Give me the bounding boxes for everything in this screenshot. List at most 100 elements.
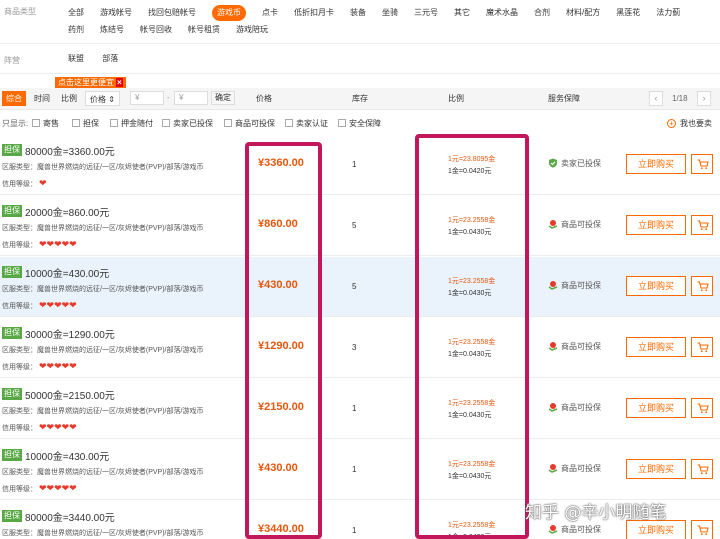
listing-title[interactable]: 20000金=860.00元 [25,204,109,219]
buy-now-button[interactable]: 立即购买 [626,154,686,174]
listing-region: 区服类型：魔兽世界燃烧的远征/一区/灰烬使者(PVP)/部落/游戏币 [2,345,203,355]
category-item[interactable]: 药剂 [68,22,84,38]
category-item[interactable]: 魔术水晶 [486,5,518,21]
category-filter-row: 商品类型 全部 游戏帐号 找回包赔帐号 游戏币 点卡 低折扣月卡 装备 坐骑 三元号 其它 魔术水晶… [0,0,720,44]
pager-prev-button[interactable]: ‹ [649,91,663,106]
plus-circle-icon: + [667,119,676,128]
category-item[interactable]: 游戏帐号 [100,5,132,21]
category-item[interactable]: 找回包赔帐号 [148,5,196,21]
buy-now-button[interactable]: 立即购买 [626,337,686,357]
price-min-input[interactable]: ¥ [130,91,164,105]
listing-title[interactable]: 30000金=1290.00元 [25,326,115,341]
hand-insure-icon [548,220,558,229]
guarantee-badge: 担保 [2,266,22,278]
region-value: 魔兽世界燃烧的远征/一区/灰烬使者(PVP)/部落/游戏币 [37,408,204,415]
filter-seller-insured[interactable]: 卖家已投保 [162,118,213,129]
credit-prefix: 信用等级： [2,486,37,493]
pager-next-button[interactable]: › [697,91,711,106]
listing-title[interactable]: 50000金=2150.00元 [25,387,115,402]
camp-horde[interactable]: 部落 [102,51,118,67]
category-item[interactable]: 低折扣月卡 [294,5,334,21]
add-to-cart-button[interactable] [691,520,713,539]
camp-filter-label: 阵营 [4,56,20,65]
region-value: 魔兽世界燃烧的远征/一区/灰烬使者(PVP)/部落/游戏币 [37,286,204,293]
credit-hearts-icon: ❤❤❤❤❤ [39,361,77,371]
listing-service: 商品可投保 [548,524,601,535]
category-item[interactable]: 点卡 [262,5,278,21]
table-row: 担保 50000金=2150.00元 区服类型：魔兽世界燃烧的远征/一区/灰烬使者(… [0,379,720,439]
category-item[interactable]: 法力蓟 [656,5,680,21]
credit-prefix: 信用等级： [2,242,37,249]
filter-item-insurable[interactable]: 商品可投保 [224,118,275,129]
sort-ratio[interactable]: 比例 [57,91,81,106]
filter-seller-verified-label: 卖家认证 [296,119,328,128]
guarantee-badge: 担保 [2,205,22,217]
camp-alliance[interactable]: 联盟 [68,51,84,67]
listing-title[interactable]: 80000金=3440.00元 [25,509,115,524]
category-item[interactable]: 游戏陪玩 [236,22,268,38]
category-item[interactable]: 其它 [454,5,470,21]
filter-guarantee[interactable]: 担保 [72,118,99,129]
guarantee-badge: 担保 [2,388,22,400]
checkbox-icon[interactable] [338,119,346,127]
guarantee-badge: 担保 [2,449,22,461]
category-item[interactable]: 帐号回收 [140,22,172,38]
category-item[interactable]: 坐骑 [382,5,398,21]
price-max-input[interactable]: ¥ [174,91,208,105]
category-item[interactable]: 全部 [68,5,84,21]
sort-bar: 综合 时间 比例 价格 ⇕ ¥ - ¥ 确定 价格 库存 比例 服务保障 ‹ 1… [0,88,720,110]
listing-title[interactable]: 80000金=3360.00元 [25,143,115,158]
category-item[interactable]: 游戏币 [212,5,246,21]
filter-deposit[interactable]: 押金随付 [110,118,153,129]
filter-item-insurable-label: 商品可投保 [235,119,275,128]
buy-now-button[interactable]: 立即购买 [626,215,686,235]
category-item[interactable]: 炼结号 [100,22,124,38]
listing-title[interactable]: 10000金=430.00元 [25,448,109,463]
price-confirm-button[interactable]: 确定 [211,91,235,105]
add-to-cart-button[interactable] [691,276,713,296]
sell-link[interactable]: + 我也要卖 [667,118,712,129]
ratio-annotation-box [415,134,529,539]
add-to-cart-button[interactable] [691,215,713,235]
credit-hearts-icon: ❤❤❤❤❤ [39,422,77,432]
close-icon[interactable]: × [116,78,123,87]
credit-hearts-icon: ❤❤❤❤❤ [39,239,77,249]
add-to-cart-button[interactable] [691,459,713,479]
listing-title[interactable]: 10000金=430.00元 [25,265,109,280]
listing-region: 区服类型：魔兽世界燃烧的远征/一区/灰烬使者(PVP)/部落/游戏币 [2,467,203,477]
buy-now-button[interactable]: 立即购买 [626,276,686,296]
checkbox-icon[interactable] [162,119,170,127]
category-item[interactable]: 黑莲花 [616,5,640,21]
filter-security[interactable]: 安全保障 [338,118,381,129]
listing-service: 商品可投保 [548,280,601,291]
add-to-cart-button[interactable] [691,154,713,174]
region-prefix: 区服类型： [2,530,37,537]
filter-consignment[interactable]: 寄售 [32,118,59,129]
credit-prefix: 信用等级： [2,364,37,371]
service-label: 商品可投保 [561,281,601,290]
category-item[interactable]: 帐号租赁 [188,22,220,38]
checkbox-icon[interactable] [72,119,80,127]
region-value: 魔兽世界燃烧的远征/一区/灰烬使者(PVP)/部落/游戏币 [37,347,204,354]
buy-now-button[interactable]: 立即购买 [626,398,686,418]
add-to-cart-button[interactable] [691,337,713,357]
sort-price[interactable]: 价格 ⇕ [85,91,120,106]
filter-guarantee-label: 担保 [83,119,99,128]
category-item[interactable]: 合剂 [534,5,550,21]
buy-now-button[interactable]: 立即购买 [626,459,686,479]
listing-region: 区服类型：魔兽世界燃烧的远征/一区/灰烬使者(PVP)/部落/游戏币 [2,162,203,172]
sort-comprehensive[interactable]: 综合 [2,91,26,106]
category-item[interactable]: 材料/配方 [566,5,600,21]
listing-service: 商品可投保 [548,402,601,413]
column-stock: 库存 [352,94,368,103]
filter-seller-verified[interactable]: 卖家认证 [285,118,328,129]
category-item[interactable]: 三元号 [414,5,438,21]
category-item[interactable]: 装备 [350,5,366,21]
checkbox-icon[interactable] [285,119,293,127]
checkbox-icon[interactable] [32,119,40,127]
guarantee-badge: 担保 [2,327,22,339]
checkbox-icon[interactable] [224,119,232,127]
checkbox-icon[interactable] [110,119,118,127]
add-to-cart-button[interactable] [691,398,713,418]
sort-time[interactable]: 时间 [30,91,54,106]
